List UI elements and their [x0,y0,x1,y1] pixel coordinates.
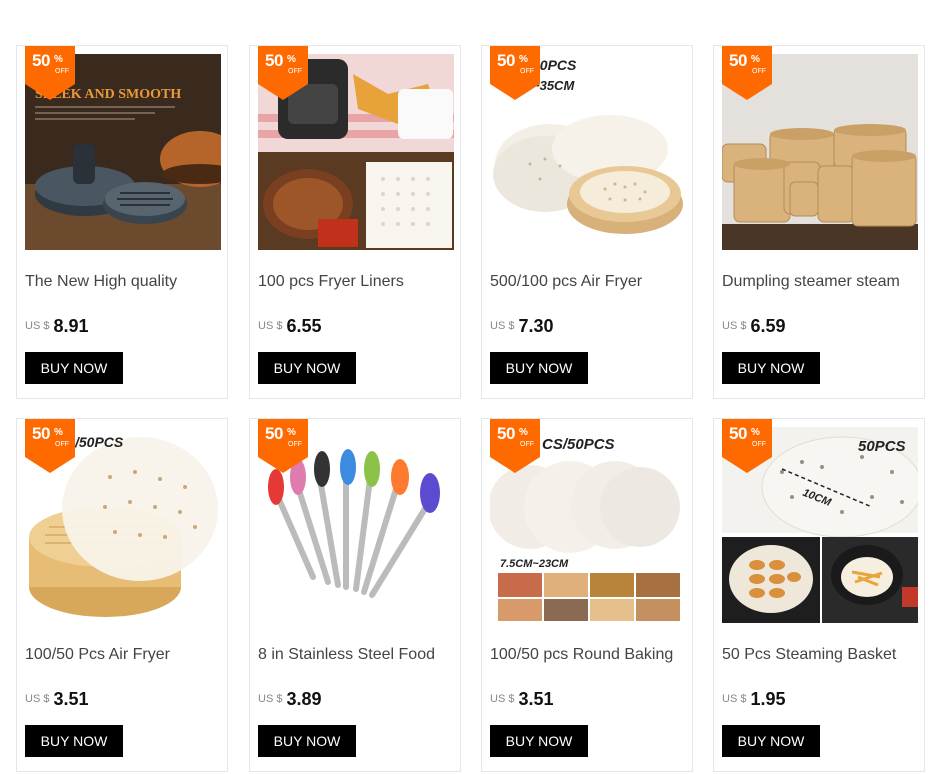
currency-label: US $ [490,693,515,705]
svg-text:/50PCS: /50PCS [74,434,124,450]
product-title[interactable]: 50 Pcs Steaming Basket [722,646,918,664]
product-price: US $1.95 [722,689,786,710]
currency-label: US $ [25,693,50,705]
discount-badge: 50% OFF [722,46,772,100]
currency-label: US $ [722,693,747,705]
price-value: 6.59 [750,316,786,336]
product-title[interactable]: 100/50 pcs Round Baking [490,646,686,664]
svg-text:CS/50PCS: CS/50PCS [542,436,615,453]
product-title[interactable]: 8 in Stainless Steel Food [258,646,454,664]
product-card[interactable]: CS/50PCS 7.5CM~23CM 50% OFF 100/50 pcs Ro… [481,418,693,772]
discount-badge: 50% OFF [490,46,540,100]
price-value: 1.95 [750,689,786,709]
product-card[interactable]: 00PCS ~35CM 50% OFF 500/100 pcs Air Fryer… [481,45,693,399]
product-title[interactable]: 100 pcs Fryer Liners [258,273,454,291]
price-value: 3.51 [518,689,554,709]
product-price: US $8.91 [25,316,89,337]
discount-badge: 50% OFF [258,419,308,473]
svg-text:7.5CM~23CM: 7.5CM~23CM [500,558,569,570]
price-value: 3.51 [53,689,89,709]
buy-now-button[interactable]: BUY NOW [25,725,123,757]
discount-badge: 50% OFF [722,419,772,473]
price-value: 8.91 [53,316,89,336]
product-card[interactable]: /50PCS 50% OFF 100/50 Pcs Air Fryer US $3… [16,418,228,772]
discount-badge: 50% OFF [25,419,75,473]
buy-now-button[interactable]: BUY NOW [490,725,588,757]
product-price: US $7.30 [490,316,554,337]
discount-badge: 50% OFF [490,419,540,473]
product-title[interactable]: 100/50 Pcs Air Fryer [25,646,221,664]
product-price: US $3.51 [25,689,89,710]
currency-label: US $ [25,320,50,332]
currency-label: US $ [722,320,747,332]
product-title[interactable]: The New High quality [25,273,221,291]
buy-now-button[interactable]: BUY NOW [258,352,356,384]
buy-now-button[interactable]: BUY NOW [722,352,820,384]
product-title[interactable]: 500/100 pcs Air Fryer [490,273,686,291]
product-title[interactable]: Dumpling steamer steam [722,273,918,291]
product-price: US $3.51 [490,689,554,710]
discount-badge: 50% OFF [25,46,75,100]
product-card[interactable]: SLEEK AND SMOOTH 50% OFF The New High qua… [16,45,228,399]
product-card[interactable]: 50PCS 10CM 50%OFF 50 Pcs Steaming Baske [713,418,925,772]
price-value: 7.30 [518,316,554,336]
buy-now-button[interactable]: BUY NOW [490,352,588,384]
discount-badge: 50% OFF [258,46,308,100]
product-card[interactable]: 50% OFF Dumpling steamer steam US $6.59 B… [713,45,925,399]
currency-label: US $ [258,320,283,332]
product-price: US $6.59 [722,316,786,337]
buy-now-button[interactable]: BUY NOW [25,352,123,384]
product-card[interactable]: 50% OFF 100 pcs Fryer Liners US $6.55 BUY… [249,45,461,399]
buy-now-button[interactable]: BUY NOW [258,725,356,757]
currency-label: US $ [258,693,283,705]
currency-label: US $ [490,320,515,332]
product-card[interactable]: 50% OFF 8 in Stainless Steel Food US $3.8… [249,418,461,772]
svg-text:50PCS: 50PCS [858,438,906,455]
price-value: 3.89 [286,689,322,709]
price-value: 6.55 [286,316,322,336]
product-price: US $3.89 [258,689,322,710]
buy-now-button[interactable]: BUY NOW [722,725,820,757]
product-price: US $6.55 [258,316,322,337]
